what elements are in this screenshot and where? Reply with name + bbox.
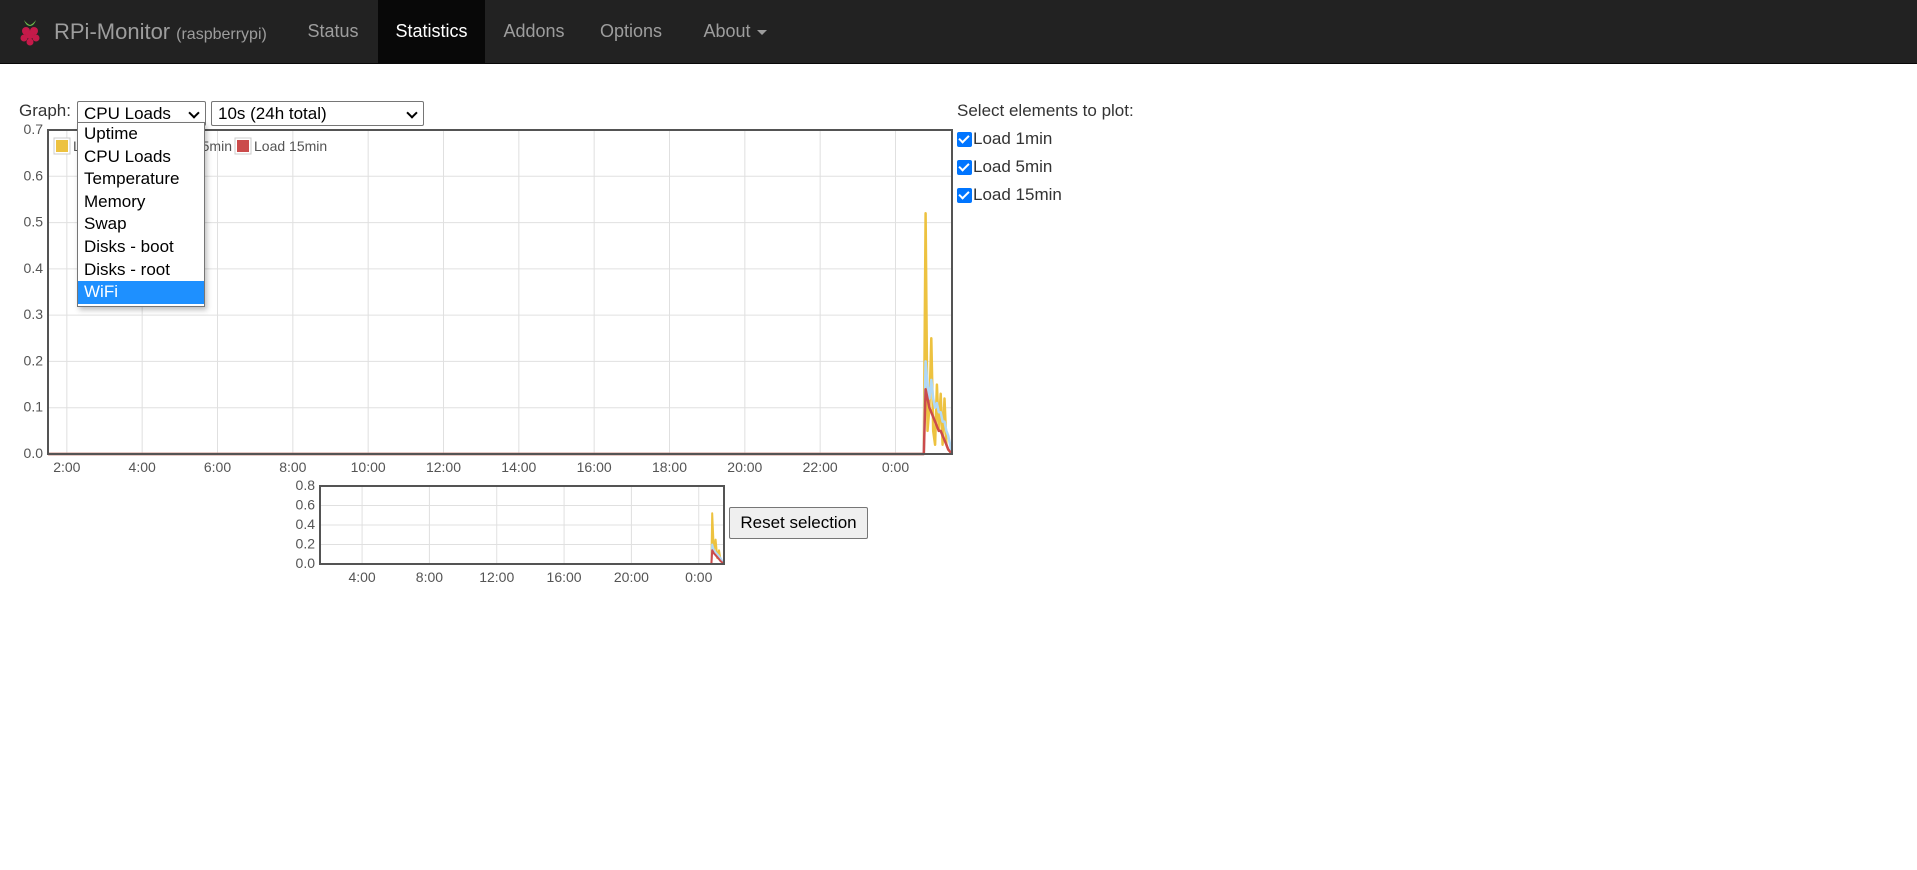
y-tick-label: 0.1	[24, 399, 44, 415]
series-line-load-15min	[320, 549, 725, 565]
series-line-load-5min	[320, 543, 725, 565]
y-tick-label: 0.0	[24, 445, 44, 461]
legend-swatch-load-1min	[56, 140, 68, 152]
plot-item-label: Load 15min	[973, 185, 1062, 204]
dropdown-option[interactable]: Uptime	[78, 123, 204, 146]
x-tick-label: 20:00	[727, 459, 762, 475]
nav-statistics-label: Statistics	[395, 21, 468, 41]
nav-status-label: Status	[307, 21, 359, 41]
x-tick-label: 2:00	[53, 459, 80, 475]
y-tick-label: 0.4	[296, 516, 316, 532]
x-tick-label: 10:00	[351, 459, 386, 475]
nav-options-label: Options	[599, 21, 663, 41]
plot-item-load-1min[interactable]: Load 1min	[957, 127, 1052, 151]
x-tick-label: 20:00	[614, 569, 649, 585]
reset-selection-label: Reset selection	[740, 513, 857, 532]
x-tick-label: 4:00	[129, 459, 156, 475]
y-tick-label: 0.0	[296, 555, 316, 571]
x-tick-label: 8:00	[416, 569, 443, 585]
nav-addons[interactable]: Addons	[489, 0, 579, 63]
y-tick-label: 0.2	[296, 536, 316, 552]
x-tick-label: 16:00	[577, 459, 612, 475]
chevron-down-icon	[406, 107, 418, 119]
dropdown-option[interactable]: Temperature	[78, 168, 204, 191]
legend-label: 5min	[202, 138, 232, 154]
nav-statistics[interactable]: Statistics	[378, 0, 485, 63]
reset-selection-button[interactable]: Reset selection	[729, 507, 868, 539]
x-tick-label: 16:00	[547, 569, 582, 585]
navbar: RPi-Monitor (raspberrypi) Status Statist…	[0, 0, 1917, 64]
dropdown-option[interactable]: Disks - boot	[78, 236, 204, 259]
nav-about-dropdown[interactable]: About	[685, 0, 785, 63]
dropdown-option[interactable]: CPU Loads	[78, 146, 204, 169]
legend-swatch-load-15min	[237, 140, 249, 152]
brand-hostname: (raspberrypi)	[176, 25, 267, 43]
dropdown-option-highlighted[interactable]: WiFi	[78, 281, 204, 304]
dropdown-option[interactable]: Memory	[78, 191, 204, 214]
brand-name: RPi-Monitor	[54, 19, 171, 44]
plot-item-label: Load 5min	[973, 157, 1053, 176]
x-tick-label: 12:00	[479, 569, 514, 585]
y-tick-label: 0.8	[296, 478, 316, 493]
dropdown-option[interactable]: Swap	[78, 213, 204, 236]
x-tick-label: 14:00	[501, 459, 536, 475]
chevron-down-icon	[188, 107, 200, 119]
nav-addons-label: Addons	[503, 21, 565, 41]
nav-status[interactable]: Status	[291, 0, 375, 63]
y-tick-label: 0.5	[24, 214, 44, 230]
chevron-down-icon	[756, 29, 767, 35]
plot-item-load-5min[interactable]: Load 5min	[957, 155, 1052, 179]
plot-item-load-15min[interactable]: Load 15min	[957, 183, 1062, 207]
nav-about-label: About	[703, 21, 751, 41]
y-tick-label: 0.4	[24, 260, 44, 276]
x-tick-label: 0:00	[882, 459, 909, 475]
plot-selection-title: Select elements to plot:	[957, 101, 1134, 120]
y-tick-label: 0.6	[24, 167, 44, 183]
x-tick-label: 0:00	[685, 569, 712, 585]
series-line-load-15min	[48, 387, 953, 456]
x-tick-label: 4:00	[348, 569, 375, 585]
series-line-load-1min	[320, 512, 725, 565]
brand[interactable]: RPi-Monitor (raspberrypi)	[16, 15, 267, 49]
legend-label: Load 15min	[254, 138, 327, 154]
plot-item-label: Load 1min	[973, 129, 1053, 148]
y-tick-label: 0.2	[24, 352, 44, 368]
x-tick-label: 18:00	[652, 459, 687, 475]
x-tick-label: 22:00	[803, 459, 838, 475]
x-tick-label: 12:00	[426, 459, 461, 475]
y-tick-label: 0.7	[24, 121, 44, 137]
y-tick-label: 0.3	[24, 306, 44, 322]
raspberry-pi-logo-icon	[20, 20, 40, 46]
x-tick-label: 8:00	[279, 459, 306, 475]
y-tick-label: 0.6	[296, 497, 316, 513]
x-tick-label: 6:00	[204, 459, 231, 475]
dropdown-option[interactable]: Disks - root	[78, 259, 204, 282]
nav-options[interactable]: Options	[585, 0, 677, 63]
cpu-load-overview-chart[interactable]: 0.0 0.2 0.4 0.6 0.8 4:00 8:00 12:00 16:00 20:00 0:…	[0, 478, 730, 590]
graph-select-dropdown: Uptime CPU Loads Temperature Memory Swap…	[77, 122, 205, 307]
